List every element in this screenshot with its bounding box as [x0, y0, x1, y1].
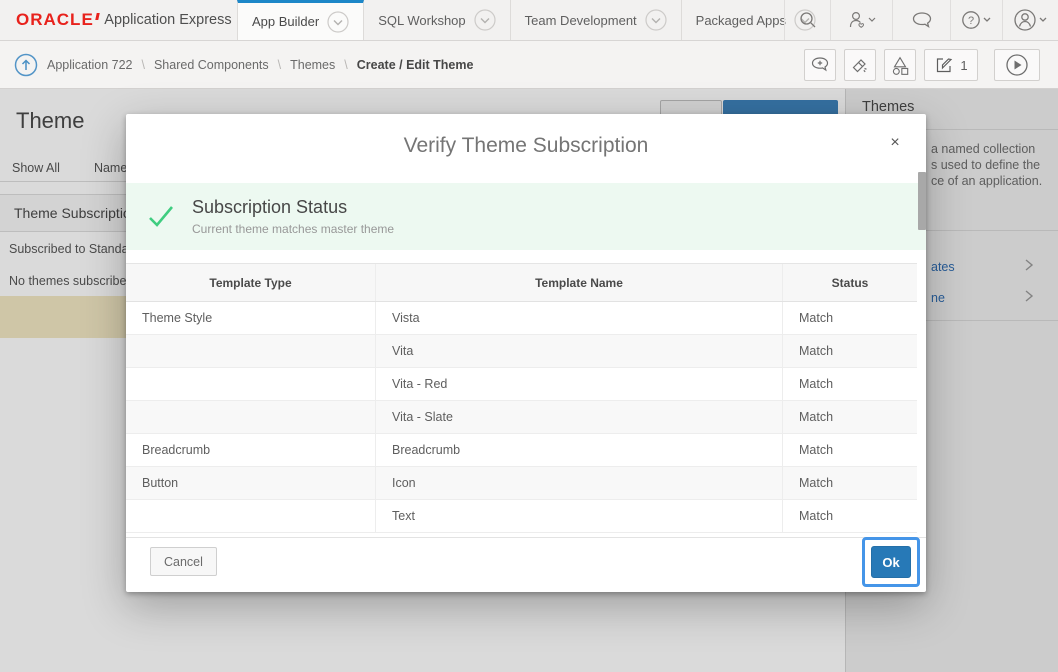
ok-button[interactable]: Ok [871, 546, 911, 578]
table-row: VitaMatch [126, 335, 917, 368]
table-row: Vita - RedMatch [126, 368, 917, 401]
tab-label: App Builder [252, 14, 319, 29]
edit-page-button[interactable]: 1 [924, 49, 978, 81]
breadcrumb-bar: Application 722 \ Shared Components \ Th… [0, 41, 1058, 89]
main-tabs: App Builder SQL Workshop Team Developmen… [237, 0, 831, 40]
cell-name: Breadcrumb [375, 434, 782, 466]
admin-user-icon[interactable] [830, 0, 892, 40]
edit-page-count: 1 [960, 58, 967, 73]
cell-type [126, 368, 375, 400]
account-user-icon[interactable] [1002, 0, 1058, 40]
feedback-comment-button[interactable] [804, 49, 836, 81]
cell-type: Button [126, 467, 375, 499]
tab-app-builder[interactable]: App Builder [237, 0, 364, 40]
breadcrumb-item-current: Create / Edit Theme [357, 58, 474, 72]
table-row: Vita - SlateMatch [126, 401, 917, 434]
chevron-down-icon[interactable] [645, 9, 667, 31]
breadcrumb: Application 722 \ Shared Components \ Th… [14, 41, 473, 88]
close-icon[interactable]: × [884, 132, 906, 154]
cell-status: Match [782, 467, 917, 499]
cell-name: Icon [375, 467, 782, 499]
svg-text:?: ? [967, 15, 973, 27]
shared-components-shapes-button[interactable] [884, 49, 916, 81]
search-icon[interactable] [784, 0, 830, 40]
product-name: Application Express [104, 12, 231, 28]
dialog-footer: Cancel Ok [126, 537, 926, 592]
breadcrumb-separator: \ [278, 58, 281, 72]
up-arrow-icon[interactable] [14, 53, 38, 77]
cell-name: Vista [375, 302, 782, 334]
cell-name: Vita - Slate [375, 401, 782, 433]
top-navigation-bar: ORACLE Application Express App Builder S… [0, 0, 1058, 41]
breadcrumb-item-shared-components[interactable]: Shared Components [154, 58, 269, 72]
utilities-flashlight-button[interactable] [844, 49, 876, 81]
run-application-button[interactable] [994, 49, 1040, 81]
dialog-title: Verify Theme Subscription [126, 134, 926, 158]
status-subtitle: Current theme matches master theme [192, 222, 394, 236]
table-row: BreadcrumbBreadcrumbMatch [126, 434, 917, 467]
cell-type: Breadcrumb [126, 434, 375, 466]
status-title: Subscription Status [192, 197, 394, 218]
tab-label: Team Development [525, 13, 637, 28]
help-icon[interactable]: ? [950, 0, 1002, 40]
cell-status: Match [782, 368, 917, 400]
breadcrumb-separator: \ [141, 58, 144, 72]
cell-type: Theme Style [126, 302, 375, 334]
cell-status: Match [782, 401, 917, 433]
template-comparison-table: Template Type Template Name Status Theme… [126, 263, 917, 533]
cell-type [126, 335, 375, 367]
success-check-icon [146, 203, 176, 231]
table-row: Theme StyleVistaMatch [126, 302, 917, 335]
feedback-chat-icon[interactable] [892, 0, 950, 40]
breadcrumb-item-application[interactable]: Application 722 [47, 58, 132, 72]
cell-status: Match [782, 335, 917, 367]
table-row: TextMatch [126, 500, 917, 533]
tab-sql-workshop[interactable]: SQL Workshop [364, 0, 510, 40]
subscription-status-banner: Subscription Status Current theme matche… [126, 183, 926, 250]
cancel-button[interactable]: Cancel [150, 547, 217, 576]
top-nav-icon-group: ? [784, 0, 1058, 40]
cell-name: Vita [375, 335, 782, 367]
status-text-block: Subscription Status Current theme matche… [192, 197, 394, 236]
page-toolbar: 1 [804, 49, 1040, 81]
template-table-body: Theme StyleVistaMatchVitaMatchVita - Red… [126, 302, 917, 533]
column-header-template-type: Template Type [126, 264, 375, 301]
ok-button-focus-ring: Ok [862, 537, 920, 587]
verify-theme-subscription-dialog: Verify Theme Subscription × Subscription… [126, 114, 926, 592]
oracle-wordmark: ORACLE [16, 10, 94, 30]
tab-label: SQL Workshop [378, 13, 465, 28]
cell-type [126, 500, 375, 532]
breadcrumb-separator: \ [344, 58, 347, 72]
cell-name: Vita - Red [375, 368, 782, 400]
registered-mark [95, 13, 99, 20]
breadcrumb-item-themes[interactable]: Themes [290, 58, 335, 72]
cell-status: Match [782, 302, 917, 334]
column-header-status: Status [782, 264, 917, 301]
cell-name: Text [375, 500, 782, 532]
dialog-scrollbar-thumb[interactable] [918, 172, 926, 230]
cell-status: Match [782, 434, 917, 466]
brand-logo: ORACLE Application Express [16, 0, 232, 40]
cell-type [126, 401, 375, 433]
cell-status: Match [782, 500, 917, 532]
table-row: ButtonIconMatch [126, 467, 917, 500]
pencil-square-icon [934, 55, 954, 75]
tab-label: Packaged Apps [696, 13, 786, 28]
table-header-row: Template Type Template Name Status [126, 264, 917, 302]
column-header-template-name: Template Name [375, 264, 782, 301]
chevron-down-icon[interactable] [327, 11, 349, 33]
chevron-down-icon[interactable] [474, 9, 496, 31]
tab-team-development[interactable]: Team Development [511, 0, 682, 40]
